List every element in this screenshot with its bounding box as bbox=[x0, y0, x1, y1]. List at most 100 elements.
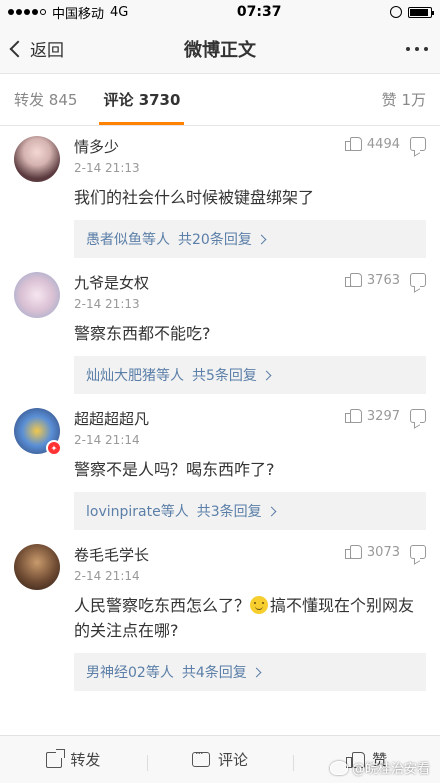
carrier-name: 中国移动 bbox=[52, 6, 105, 22]
comment-actions: 4494 bbox=[344, 136, 426, 152]
chevron-right-icon bbox=[256, 234, 267, 244]
battery-level bbox=[409, 8, 428, 16]
watermark-text: @皖桂治安看 bbox=[351, 762, 430, 777]
like-count: 3763 bbox=[366, 272, 400, 288]
chevron-left-icon bbox=[9, 40, 27, 57]
reply-users: 灿灿大肥猪等人 bbox=[86, 368, 184, 384]
avatar[interactable] bbox=[14, 272, 60, 318]
reply-icon[interactable] bbox=[410, 545, 426, 559]
like-count: 3073 bbox=[366, 544, 400, 560]
comment-actions: 3297 bbox=[344, 408, 426, 424]
tab-comment[interactable]: 评论 3730 bbox=[99, 74, 185, 125]
tab-like-label: 赞 bbox=[381, 91, 397, 109]
tab-repost-label: 转发 bbox=[14, 91, 45, 109]
status-bar: 中国移动 4G 07:37 bbox=[0, 0, 440, 24]
thumbs-up-icon bbox=[344, 544, 362, 560]
chevron-right-icon bbox=[251, 667, 262, 677]
weibo-logo-icon bbox=[329, 760, 348, 775]
reply-icon[interactable] bbox=[410, 273, 426, 287]
reply-count: 共5条回复 bbox=[192, 368, 257, 384]
more-options-button[interactable] bbox=[406, 46, 428, 51]
reply-users: 男神经02等人 bbox=[86, 665, 174, 681]
like-button[interactable]: 3763 bbox=[344, 272, 400, 288]
comment-item: 卷毛毛学长 2-14 21:14 3073 人民警察吃东西怎么了？ 搞不懂现在个别… bbox=[0, 544, 440, 691]
comment-item: 情多少 2-14 21:13 4494 我们的社会什么时候被键盘绑架了 愚者似鱼… bbox=[0, 136, 440, 258]
verified-badge-icon: ✦ bbox=[46, 440, 62, 456]
like-button[interactable]: 4494 bbox=[344, 136, 400, 152]
comment-header: 卷毛毛学长 2-14 21:14 3073 bbox=[74, 544, 426, 583]
nav-bar: 返回 微博正文 bbox=[0, 24, 440, 74]
replies-link[interactable]: 愚者似鱼等人 共20条回复 bbox=[74, 220, 426, 258]
battery-icon bbox=[407, 6, 434, 18]
back-label: 返回 bbox=[30, 41, 64, 61]
avatar[interactable] bbox=[14, 136, 60, 182]
alarm-icon bbox=[389, 6, 402, 18]
reply-users: lovinpirate等人 bbox=[86, 504, 189, 520]
back-button[interactable]: 返回 bbox=[9, 36, 64, 61]
comment-body: 超超超超凡 2-14 21:14 3297 警察不是人吗？喝东西咋了? lovi… bbox=[74, 408, 426, 530]
tab-comment-count: 3730 bbox=[138, 90, 181, 109]
reply-icon[interactable] bbox=[410, 137, 426, 151]
commenter-name[interactable]: 超超超超凡 bbox=[74, 408, 149, 429]
comment-actions: 3073 bbox=[344, 544, 426, 560]
comment-text: 警察东西都不能吃? bbox=[74, 324, 211, 343]
comment-text: 人民警察吃东西怎么了？ 搞不懂现在个别网友的关注点在哪? bbox=[74, 593, 426, 643]
chevron-right-icon bbox=[266, 506, 277, 516]
like-button[interactable]: 3073 bbox=[344, 544, 400, 560]
page-title: 微博正文 bbox=[184, 39, 256, 61]
comment-header: 九爷是女权 2-14 21:13 3763 bbox=[74, 272, 426, 311]
reply-count: 共3条回复 bbox=[196, 504, 262, 520]
tab-repost-count: 845 bbox=[48, 90, 78, 109]
like-button[interactable]: 3297 bbox=[344, 408, 400, 424]
comment-header: 超超超超凡 2-14 21:14 3297 bbox=[74, 408, 426, 447]
tab-like[interactable]: 赞 1万 bbox=[382, 74, 426, 125]
comment-time: 2-14 21:14 bbox=[74, 433, 140, 447]
comment-body: 情多少 2-14 21:13 4494 我们的社会什么时候被键盘绑架了 愚者似鱼… bbox=[74, 136, 426, 258]
comment-time: 2-14 21:14 bbox=[74, 569, 140, 583]
comment-icon bbox=[192, 747, 210, 767]
smile-emoji-icon bbox=[250, 596, 269, 614]
comment-time: 2-14 21:13 bbox=[74, 161, 140, 175]
comment-text-part: 人民警察吃东西怎么了？ bbox=[74, 596, 251, 615]
status-right bbox=[389, 6, 434, 18]
like-count: 3297 bbox=[366, 408, 400, 424]
comment-actions: 3763 bbox=[344, 272, 426, 288]
commenter-name[interactable]: 卷毛毛学长 bbox=[74, 544, 149, 565]
avatar[interactable] bbox=[14, 544, 60, 590]
tab-comment-label: 评论 bbox=[103, 91, 134, 109]
like-count: 4494 bbox=[366, 136, 400, 152]
comment-item: ✦ 超超超超凡 2-14 21:14 3297 警察不是人吗？喝东西咋了? lo… bbox=[0, 408, 440, 530]
comment-time: 2-14 21:13 bbox=[74, 297, 140, 311]
repost-button[interactable]: 转发 bbox=[0, 748, 147, 770]
comment-text: 我们的社会什么时候被键盘绑架了 bbox=[74, 188, 315, 207]
signal-strength-icon bbox=[8, 9, 46, 15]
thumbs-up-icon bbox=[344, 408, 362, 424]
watermark: @皖桂治安看 bbox=[329, 758, 430, 777]
comment-body: 九爷是女权 2-14 21:13 3763 警察东西都不能吃? 灿灿大肥猪等人 … bbox=[74, 272, 426, 394]
thumbs-up-icon bbox=[344, 136, 362, 152]
comment-body: 卷毛毛学长 2-14 21:14 3073 人民警察吃东西怎么了？ 搞不懂现在个别… bbox=[74, 544, 426, 691]
comment-text: 警察不是人吗？喝东西咋了? bbox=[74, 460, 275, 479]
chevron-right-icon bbox=[261, 370, 272, 380]
reply-count: 共4条回复 bbox=[181, 665, 247, 681]
tab-like-count: 1万 bbox=[401, 91, 426, 109]
commenter-name[interactable]: 情多少 bbox=[74, 136, 140, 157]
repost-label: 转发 bbox=[70, 751, 101, 769]
status-time: 07:37 bbox=[236, 4, 282, 20]
replies-link[interactable]: lovinpirate等人 共3条回复 bbox=[74, 492, 426, 530]
reply-icon[interactable] bbox=[410, 409, 426, 423]
status-left: 中国移动 4G bbox=[8, 3, 128, 22]
comment-label: 评论 bbox=[218, 751, 249, 769]
share-icon bbox=[46, 748, 66, 768]
comment-item: 九爷是女权 2-14 21:13 3763 警察东西都不能吃? 灿灿大肥猪等人 … bbox=[0, 272, 440, 394]
replies-link[interactable]: 灿灿大肥猪等人 共5条回复 bbox=[74, 356, 426, 394]
commenter-name[interactable]: 九爷是女权 bbox=[74, 272, 149, 293]
replies-link[interactable]: 男神经02等人 共4条回复 bbox=[74, 653, 426, 691]
comment-button[interactable]: 评论 bbox=[146, 747, 294, 771]
reply-users: 愚者似鱼等人 bbox=[86, 232, 170, 248]
network-type: 4G bbox=[110, 4, 129, 20]
tab-bar: 转发 845 评论 3730 赞 1万 bbox=[0, 74, 440, 126]
avatar[interactable]: ✦ bbox=[14, 408, 62, 456]
comment-header: 情多少 2-14 21:13 4494 bbox=[74, 136, 426, 175]
tab-repost[interactable]: 转发 845 bbox=[14, 74, 77, 125]
